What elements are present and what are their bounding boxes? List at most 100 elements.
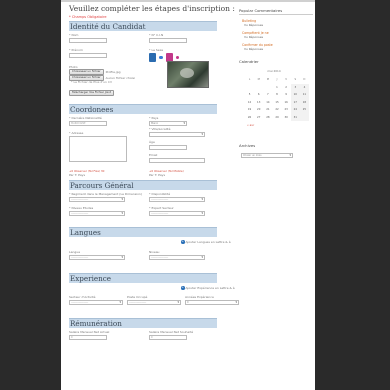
age-input[interactable] — [149, 145, 187, 150]
email-input[interactable] — [149, 158, 205, 163]
calendar-day[interactable]: 1 — [272, 84, 281, 92]
reg-select[interactable]: -------------------- — [69, 197, 125, 202]
add-experience[interactable]: + Ajouter Expérience en Lettre & à — [181, 286, 235, 290]
calendar-day[interactable]: 27 — [254, 114, 263, 122]
langue-niveau-select[interactable]: -------------------- — [149, 255, 205, 260]
add-langue-icon[interactable]: + — [181, 240, 185, 244]
expert-select[interactable]: -------------------- — [149, 211, 205, 216]
comments-title: Popular Commentaires — [239, 8, 313, 15]
calendar-header-row: L M M J V S D — [245, 76, 309, 84]
langues-body: + Ajouter Langues en Lettre & à Langue -… — [69, 237, 237, 271]
calendar-day[interactable]: 20 — [254, 106, 263, 114]
calendar-day[interactable]: 29 — [272, 114, 281, 122]
calendar-day[interactable]: 15 — [272, 99, 281, 107]
calendar-day[interactable]: 6 — [254, 91, 263, 99]
top-border — [61, 0, 315, 2]
section-parcours: Parcours Général — [69, 180, 217, 190]
age-label: Âge — [149, 140, 155, 144]
nom-input[interactable] — [69, 38, 107, 43]
disponibilite-select[interactable]: -------------------- — [149, 197, 205, 202]
reg-label: * Regiment dans le Management (Le Dimens… — [69, 192, 143, 196]
calendar-day[interactable]: 14 — [263, 99, 272, 107]
file-name-1: Profile.jpg — [105, 69, 121, 74]
calendar-day — [254, 84, 263, 92]
calendar-day[interactable]: 9 — [282, 91, 291, 99]
add-experience-label[interactable]: Ajouter Expérience en Lettre & à — [186, 286, 235, 290]
page-title: Veuillez compléter les étapes d'inscript… — [69, 4, 235, 13]
male-avatar-icon[interactable] — [149, 53, 156, 62]
prenom-input[interactable] — [69, 53, 107, 58]
calendar-day[interactable]: 16 — [282, 99, 291, 107]
calendar-day[interactable]: 19 — [245, 106, 254, 114]
comment-item: Confirmer du poste Vu Réponses — [239, 43, 313, 51]
calendar-day[interactable]: 31 — [290, 113, 300, 121]
add-langue-label[interactable]: Ajouter Langues en Lettre & à — [186, 240, 231, 244]
calendar-day[interactable]: 5 — [245, 91, 254, 99]
upload-button[interactable]: Télécharger Vos Fichier Joint — [69, 90, 115, 96]
langue-niveau-label: Niveau — [149, 250, 160, 254]
calendar-day[interactable]: 25 — [299, 106, 309, 114]
required-note: * Champs Obligatoire — [69, 15, 107, 19]
salaire-souhaite-label: Salaire Mensuel Net Souhaité — [149, 330, 194, 334]
calendar-day[interactable]: 22 — [272, 106, 281, 114]
calendar-day[interactable]: 10 — [290, 91, 300, 99]
calendar-day[interactable]: 12 — [245, 99, 254, 107]
identite-body: * Nom * N° C.I.N * Prénom * Le Sexe Phot… — [69, 31, 237, 102]
annees-label: Années Expérience — [185, 295, 214, 299]
langue-select[interactable]: -------------------- — [69, 255, 125, 260]
niveau-label: * Niveau Etudes — [69, 206, 94, 210]
profile-photo — [167, 61, 209, 88]
salaire-actuel-label: Salaire Mensuel Net Actuel — [69, 330, 110, 334]
archives-title: Archives — [239, 143, 256, 148]
pays-select[interactable]: Maroc — [149, 121, 187, 126]
archives-select[interactable]: Choisir un mois — [241, 153, 293, 158]
calendar-week-row: 12 13 14 15 16 17 18 — [245, 98, 309, 107]
cin-input[interactable] — [149, 38, 187, 43]
radio-male-icon[interactable] — [159, 55, 163, 60]
adresse-textarea[interactable] — [69, 136, 127, 162]
choose-file-button-1[interactable]: Choisissez un fichier — [69, 69, 104, 75]
salaire-actuel-input[interactable]: 0 — [69, 335, 107, 340]
comment-item: Compétent Je ne Vu Réponses — [239, 31, 313, 39]
nationalite-label: * Dernière Nationalité — [69, 116, 102, 120]
ville-select[interactable] — [149, 132, 205, 137]
calendar-day[interactable]: 8 — [272, 91, 281, 99]
calendar-prev-link[interactable]: « avr — [247, 123, 313, 127]
calendar-day[interactable]: 13 — [254, 99, 263, 107]
radio-female-icon[interactable] — [175, 55, 179, 60]
nom-label: * Nom — [69, 33, 79, 37]
calendar-day[interactable]: 2 — [282, 84, 291, 92]
calendar-week-row: 26 27 28 29 30 31 — [245, 113, 309, 122]
calendar-day[interactable]: 23 — [282, 106, 291, 114]
calendar-day-header: D — [303, 78, 306, 82]
calendar-day-header: V — [285, 78, 288, 82]
poste-select[interactable]: -------------------- — [127, 300, 181, 305]
nationalite-input[interactable]: MAROCAINE — [69, 121, 107, 126]
add-experience-icon[interactable]: + — [181, 286, 185, 290]
email-label: Email — [149, 153, 158, 157]
add-langue[interactable]: + Ajouter Langues en Lettre & à — [181, 240, 231, 244]
calendar-day[interactable]: 26 — [245, 114, 254, 122]
secteur-select[interactable]: -------------------- — [69, 300, 123, 305]
calendar-week-row: 5 6 7 8 9 10 11 — [245, 91, 309, 99]
calendar-day[interactable]: 21 — [263, 106, 272, 114]
calendar-day[interactable]: 18 — [299, 98, 309, 106]
calendar-day[interactable]: 4 — [299, 83, 309, 91]
ville-label: * Ville/Localité — [149, 127, 171, 131]
disponibilite-label: * Disponibilité — [149, 192, 171, 196]
annees-select[interactable]: 0 — [185, 300, 239, 305]
parcours-body: * Regiment dans le Management (Le Dimens… — [69, 190, 237, 225]
calendar-day[interactable]: 11 — [299, 91, 309, 99]
salaire-souhaite-input[interactable]: 0 — [149, 335, 187, 340]
langue-label: Langue — [69, 250, 81, 254]
niveau-select[interactable]: -------------------- — [69, 211, 125, 216]
calendar-day[interactable]: 28 — [263, 114, 272, 122]
calendar-day[interactable]: 17 — [290, 98, 300, 106]
expert-label: * Expert Secteur — [149, 206, 174, 210]
calendar-day[interactable]: 7 — [263, 91, 272, 99]
calendar-day[interactable]: 24 — [290, 106, 300, 114]
calendar-day[interactable]: 3 — [290, 83, 300, 91]
section-experience: Experience — [69, 273, 217, 283]
cv-note: * Le Fichier de Plus d'un CV — [71, 80, 113, 84]
calendar-day[interactable]: 30 — [282, 114, 291, 122]
